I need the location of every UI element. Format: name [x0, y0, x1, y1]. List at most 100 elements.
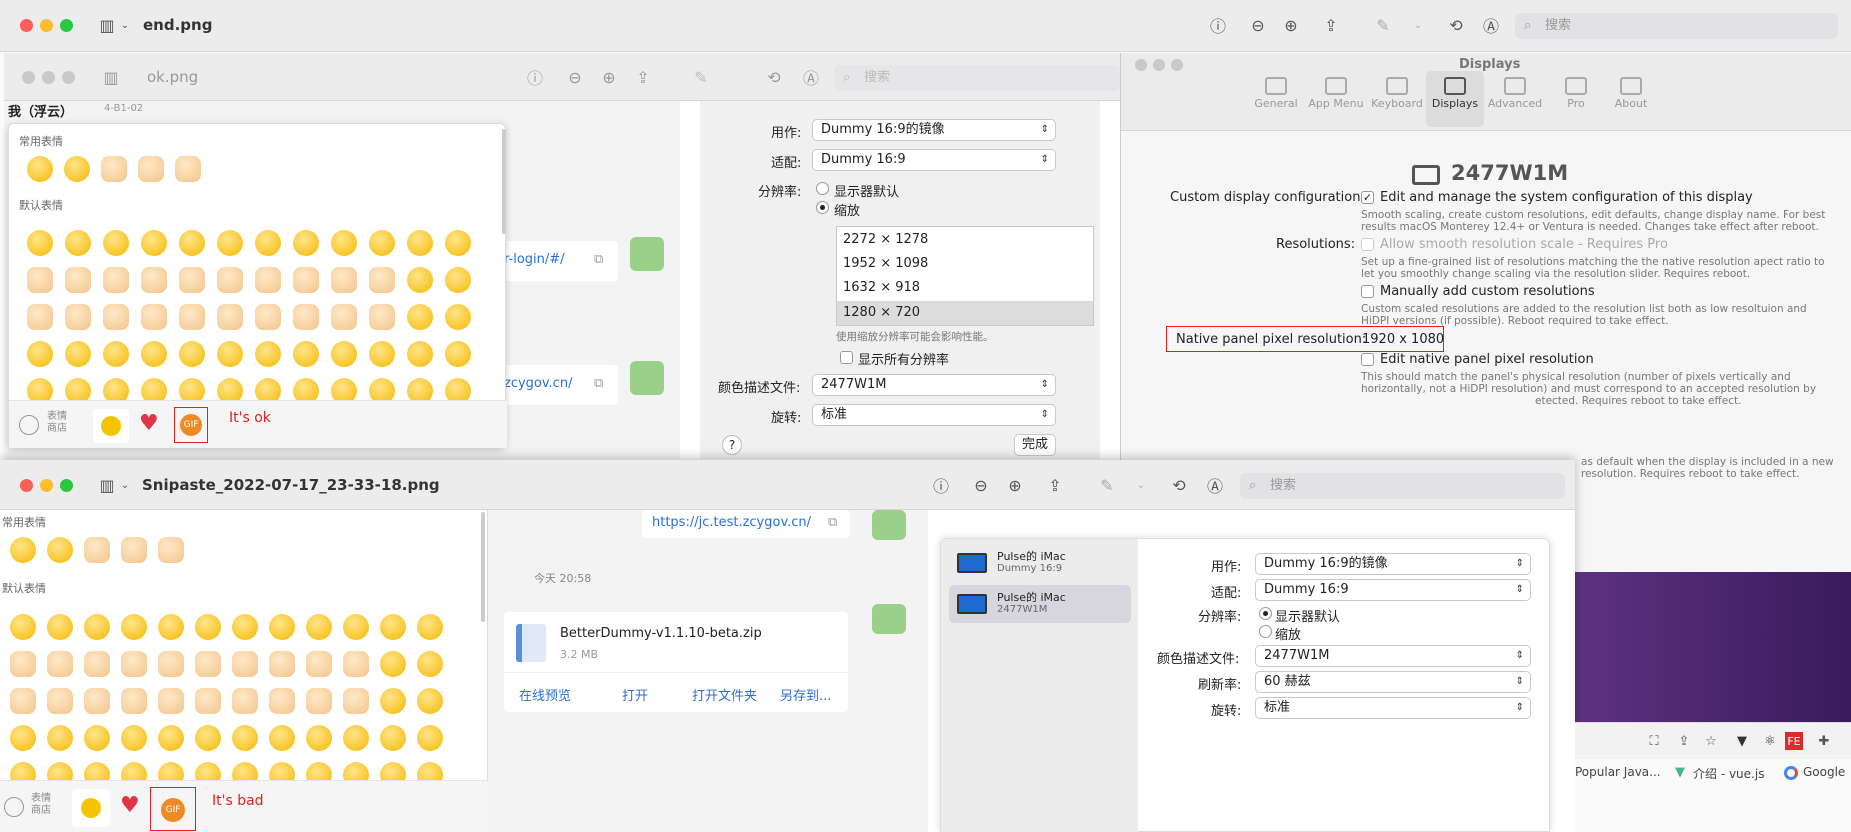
gif-tab-highlight[interactable]: GIF: [174, 407, 208, 443]
resolution-item[interactable]: 1632 × 918: [843, 280, 920, 295]
emoji-item[interactable]: [369, 304, 395, 330]
chevron-down-icon[interactable]: ⌄: [1407, 14, 1429, 36]
emoji-item[interactable]: [369, 230, 395, 256]
emoji-item[interactable]: [84, 688, 110, 714]
bookmark-item[interactable]: Google: [1803, 765, 1845, 779]
zoom-button[interactable]: [60, 479, 73, 492]
emoji-item[interactable]: [84, 614, 110, 640]
share-icon[interactable]: ⇪: [1044, 474, 1066, 496]
emoji-item[interactable]: [293, 304, 319, 330]
smiley-tab-icon[interactable]: [72, 789, 110, 827]
resolution-scaled-radio[interactable]: [1259, 625, 1272, 638]
emoji-item[interactable]: [306, 688, 332, 714]
copy-icon[interactable]: ⧉: [828, 515, 837, 530]
emoji-item[interactable]: [407, 230, 433, 256]
emoji-item[interactable]: [269, 688, 295, 714]
close-button[interactable]: [20, 479, 33, 492]
emoji-item[interactable]: [158, 651, 184, 677]
emoji-item[interactable]: [306, 725, 332, 751]
emoji-item[interactable]: [417, 651, 443, 677]
emoji-item[interactable]: [407, 267, 433, 293]
emoji-item[interactable]: [217, 304, 243, 330]
fit-select[interactable]: Dummy 16:9 ⇕: [812, 149, 1056, 171]
emoji-item[interactable]: [195, 651, 221, 677]
emoji-item[interactable]: [103, 304, 129, 330]
emoji-item[interactable]: [10, 537, 36, 563]
resolution-item-selected[interactable]: 1280 × 720: [837, 301, 1093, 325]
display-item-selected[interactable]: Pulse的 iMac 2477W1M: [949, 585, 1131, 623]
emoji-item[interactable]: [195, 614, 221, 640]
copy-icon[interactable]: ⧉: [594, 376, 603, 391]
resolution-list[interactable]: 2272 × 1278 1952 × 1098 1632 × 918 1280 …: [836, 226, 1094, 326]
emoji-item[interactable]: [217, 267, 243, 293]
custom-config-checkbox[interactable]: ✓: [1361, 191, 1374, 204]
tab-pro[interactable]: Pro: [1547, 71, 1605, 127]
emoji-item[interactable]: [179, 304, 205, 330]
minimize-button[interactable]: [42, 71, 55, 84]
search-input[interactable]: ⌕ 搜索: [1515, 13, 1838, 39]
bookmark-item[interactable]: Popular Java...: [1575, 765, 1661, 779]
emoji-item[interactable]: [255, 304, 281, 330]
emoji-item[interactable]: [10, 725, 36, 751]
help-button[interactable]: ?: [722, 435, 742, 455]
markup-icon[interactable]: ✎: [690, 66, 712, 88]
emoji-item[interactable]: [255, 267, 281, 293]
emoji-item[interactable]: [158, 537, 184, 563]
emoji-item[interactable]: [343, 614, 369, 640]
emoji-item[interactable]: [101, 156, 127, 182]
tab-keyboard[interactable]: Keyboard: [1368, 71, 1426, 127]
open-folder-link[interactable]: 打开文件夹: [692, 685, 757, 704]
annotate-icon[interactable]: Ⓐ: [1480, 14, 1502, 36]
zoom-out-icon[interactable]: ⊖: [564, 66, 586, 88]
scrollbar[interactable]: [481, 512, 485, 622]
emoji-item[interactable]: [331, 267, 357, 293]
zoom-out-icon[interactable]: ⊖: [1247, 14, 1269, 36]
emoji-item[interactable]: [417, 614, 443, 640]
close-button[interactable]: [22, 71, 35, 84]
close-button[interactable]: [1135, 59, 1147, 71]
emoji-item[interactable]: [232, 688, 258, 714]
emoji-item[interactable]: [417, 688, 443, 714]
share-icon[interactable]: ⇪: [1673, 730, 1695, 752]
info-icon[interactable]: ⓘ: [1207, 14, 1229, 36]
emoji-item[interactable]: [331, 230, 357, 256]
emoji-item[interactable]: [10, 651, 36, 677]
emoji-item[interactable]: [179, 230, 205, 256]
emoji-item[interactable]: [158, 725, 184, 751]
zoom-in-icon[interactable]: ⊕: [1280, 14, 1302, 36]
emoji-item[interactable]: [141, 230, 167, 256]
emoji-item[interactable]: [445, 304, 471, 330]
emoji-item[interactable]: [47, 537, 73, 563]
emoji-item[interactable]: [103, 341, 129, 367]
rotate-icon[interactable]: ⟲: [763, 66, 785, 88]
emoji-item[interactable]: [121, 688, 147, 714]
resolution-default-radio[interactable]: [1259, 607, 1272, 620]
emoji-item[interactable]: [293, 341, 319, 367]
extension-icon[interactable]: FE: [1785, 732, 1803, 750]
smiley-tab-icon[interactable]: [93, 409, 129, 443]
emoji-item[interactable]: [380, 688, 406, 714]
tab-general[interactable]: General: [1247, 71, 1305, 127]
share-icon[interactable]: ⇪: [1320, 14, 1342, 36]
file-card[interactable]: BetterDummy-v1.1.10-beta.zip 3.2 MB 在线预览…: [504, 612, 848, 712]
minimize-button[interactable]: [40, 479, 53, 492]
emoji-item[interactable]: [217, 341, 243, 367]
show-all-checkbox[interactable]: [840, 351, 853, 364]
chat-bubble-link[interactable]: https://jc.test.zcygov.cn/ ⧉: [642, 510, 850, 538]
smooth-scale-checkbox[interactable]: [1361, 238, 1374, 251]
emoji-item[interactable]: [306, 614, 332, 640]
emoji-item[interactable]: [255, 230, 281, 256]
open-link[interactable]: 打开: [622, 685, 648, 704]
emoji-item[interactable]: [407, 341, 433, 367]
emoji-item[interactable]: [27, 304, 53, 330]
emoji-item[interactable]: [343, 688, 369, 714]
emoji-item[interactable]: [84, 725, 110, 751]
sidebar-icon[interactable]: ▥: [100, 66, 122, 88]
emoji-item[interactable]: [331, 304, 357, 330]
search-input[interactable]: ⌕ 搜索: [1240, 473, 1565, 499]
close-button[interactable]: [20, 19, 33, 32]
chat-bubble-link1[interactable]: r-login/#/ ⧉: [494, 241, 618, 281]
heart-tab-icon[interactable]: ♥: [120, 793, 140, 818]
zoom-button[interactable]: [62, 71, 75, 84]
emoji-item[interactable]: [141, 267, 167, 293]
